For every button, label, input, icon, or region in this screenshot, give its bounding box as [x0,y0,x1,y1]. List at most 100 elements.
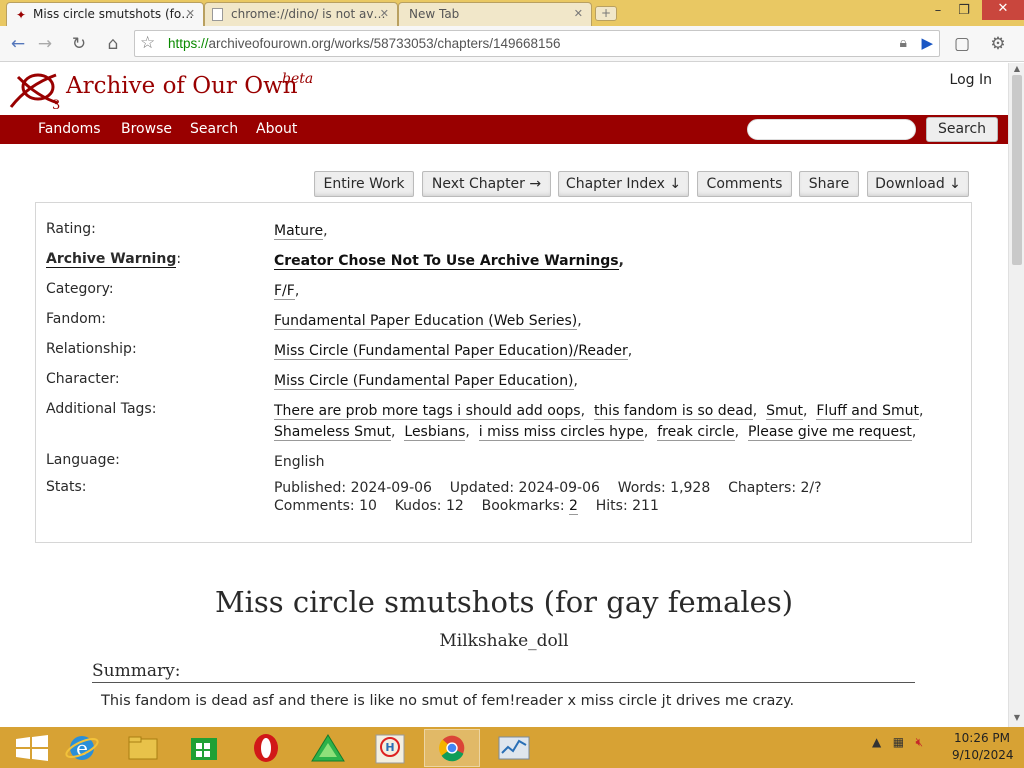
freeform-tag[interactable]: Lesbians [404,424,466,441]
close-tab-icon[interactable]: ✕ [186,7,195,20]
lock-icon[interactable]: 🔒︎ [900,35,907,51]
url-path: archiveofourown.org/works/58733053/chapt… [208,36,561,51]
comments-count: 10 [359,498,377,514]
home-icon[interactable]: ⌂ [101,33,125,55]
search-input[interactable] [747,119,916,140]
freeform-tag[interactable]: Please give me request [747,424,912,441]
windows-store-icon[interactable] [176,729,232,767]
site-beta-label: beta [282,71,314,87]
clock-date[interactable]: 9/10/2024 [952,748,1014,762]
chapters-count: 2/? [800,480,822,496]
minimize-icon[interactable]: – [924,2,952,20]
nav-search[interactable]: Search [190,121,238,137]
comments-button[interactable]: Comments [697,171,792,197]
character-tag[interactable]: Miss Circle (Fundamental Paper Education… [274,373,574,390]
freeform-tag[interactable]: Fluff and Smut [816,403,919,420]
file-explorer-icon[interactable] [115,729,171,767]
archive-warning-link[interactable]: Archive Warning [46,251,177,268]
windows-start-icon[interactable] [4,729,60,767]
scrollbar-thumb[interactable] [1012,75,1022,265]
nav-about[interactable]: About [256,121,297,137]
ao3-logo-icon[interactable]: 3 [8,67,68,111]
scroll-up-icon[interactable]: ▲ [1009,64,1024,73]
chapters-label: Chapters: [728,480,797,496]
new-tab-button[interactable]: + [595,6,617,21]
close-tab-icon[interactable]: ✕ [574,7,583,20]
system-tray: ▲ ▦ 🔇︎ [872,735,923,750]
close-tab-icon[interactable]: ✕ [380,7,389,20]
login-link[interactable]: Log In [950,72,992,88]
internet-explorer-icon[interactable]: e [54,729,110,767]
language-value: English [274,454,325,470]
download-button[interactable]: Download ↓ [867,171,969,197]
relationship-label: Relationship: [46,341,137,357]
page-menu-icon[interactable]: ▢ [950,33,974,55]
volume-muted-icon[interactable]: 🔇︎ [915,735,923,749]
additional-tags-label: Additional Tags: [46,401,157,417]
freeform-tag[interactable]: Smut [766,403,804,420]
show-hidden-icons-icon[interactable]: ▲ [872,735,881,749]
triangle-app-icon[interactable] [300,729,356,767]
nav-browse[interactable]: Browse [121,121,172,137]
published-date: 2024-09-06 [350,480,432,496]
bookmark-star-icon[interactable]: ☆ [140,33,155,53]
bookmarks-count-link[interactable]: 2 [569,498,578,515]
ao3-favicon-icon: ✦ [15,8,27,22]
page-viewport: 3 Archive of Our Own beta Log In Fandoms… [0,63,1008,727]
back-icon[interactable]: ← [6,33,30,55]
browser-tab-active[interactable]: ✦ Miss circle smutshots (fo… ✕ [6,2,204,26]
network-icon[interactable]: ▦ [893,735,904,749]
next-chapter-button[interactable]: Next Chapter → [422,171,551,197]
chapter-index-button[interactable]: Chapter Index ↓ [558,171,689,197]
performance-monitor-icon[interactable] [486,729,542,767]
browser-tab[interactable]: chrome://dino/ is not av… ✕ [204,2,398,26]
clock-time[interactable]: 10:26 PM [952,731,1012,745]
fandom-label: Fandom: [46,311,107,327]
svg-text:3: 3 [52,98,60,111]
reload-icon[interactable]: ↻ [67,33,91,55]
browser-tab[interactable]: New Tab ✕ [398,2,592,26]
url-scheme: https:// [168,36,209,51]
archive-warning-value: Creator Chose Not To Use Archive Warning… [274,253,624,270]
relationship-value: Miss Circle (Fundamental Paper Education… [274,343,633,360]
opera-browser-icon[interactable] [238,729,294,767]
fandom-tag[interactable]: Fundamental Paper Education (Web Series) [274,313,578,330]
hangouts-app-icon[interactable]: H [362,729,418,767]
window-close-icon[interactable]: ✕ [982,0,1024,20]
wrench-menu-icon[interactable]: ⚙ [986,33,1010,55]
comments-label: Comments: [274,498,355,514]
share-button[interactable]: Share [799,171,859,197]
freeform-tag[interactable]: There are prob more tags i should add oo… [274,403,581,420]
category-tag[interactable]: F/F [274,283,295,300]
scroll-down-icon[interactable]: ▼ [1009,713,1024,722]
freeform-tag[interactable]: freak circle [657,424,735,441]
maximize-icon[interactable]: ❐ [950,2,978,20]
summary-text: This fandom is dead asf and there is lik… [101,693,795,709]
category-label: Category: [46,281,114,297]
nav-fandoms[interactable]: Fandoms [38,121,101,137]
work-author-link[interactable]: Milkshake_doll [0,631,1008,651]
freeform-tag[interactable]: this fandom is so dead [593,403,753,420]
bookmarks-label: Bookmarks: [481,498,565,514]
work-title: Miss circle smutshots (for gay females) [214,585,794,619]
page-icon [212,8,223,21]
chrome-browser-icon[interactable] [424,729,480,767]
forward-icon[interactable]: → [33,33,57,55]
published-label: Published: [274,480,347,496]
address-bar[interactable]: ☆ https://archiveofourown.org/works/5873… [134,30,940,57]
browser-toolbar: ← → ↻ ⌂ ☆ https://archiveofourown.org/wo… [0,26,1024,62]
site-title[interactable]: Archive of Our Own [66,73,298,99]
relationship-tag[interactable]: Miss Circle (Fundamental Paper Education… [274,343,628,360]
entire-work-button[interactable]: Entire Work [314,171,414,197]
warning-tag[interactable]: Creator Chose Not To Use Archive Warning… [274,253,619,270]
extension-play-icon[interactable]: ▶ [921,34,933,52]
rating-tag[interactable]: Mature [274,223,324,240]
search-button[interactable]: Search [926,117,998,142]
url-text[interactable]: https://archiveofourown.org/works/587330… [168,36,561,51]
freeform-tag[interactable]: Shameless Smut [274,424,392,441]
kudos-count: 12 [445,498,464,514]
page-scrollbar[interactable]: ▲ ▼ [1008,63,1024,727]
tab-title: chrome://dino/ is not av… [231,7,386,21]
character-value: Miss Circle (Fundamental Paper Education… [274,373,578,390]
freeform-tag[interactable]: i miss miss circles hype [478,424,644,441]
